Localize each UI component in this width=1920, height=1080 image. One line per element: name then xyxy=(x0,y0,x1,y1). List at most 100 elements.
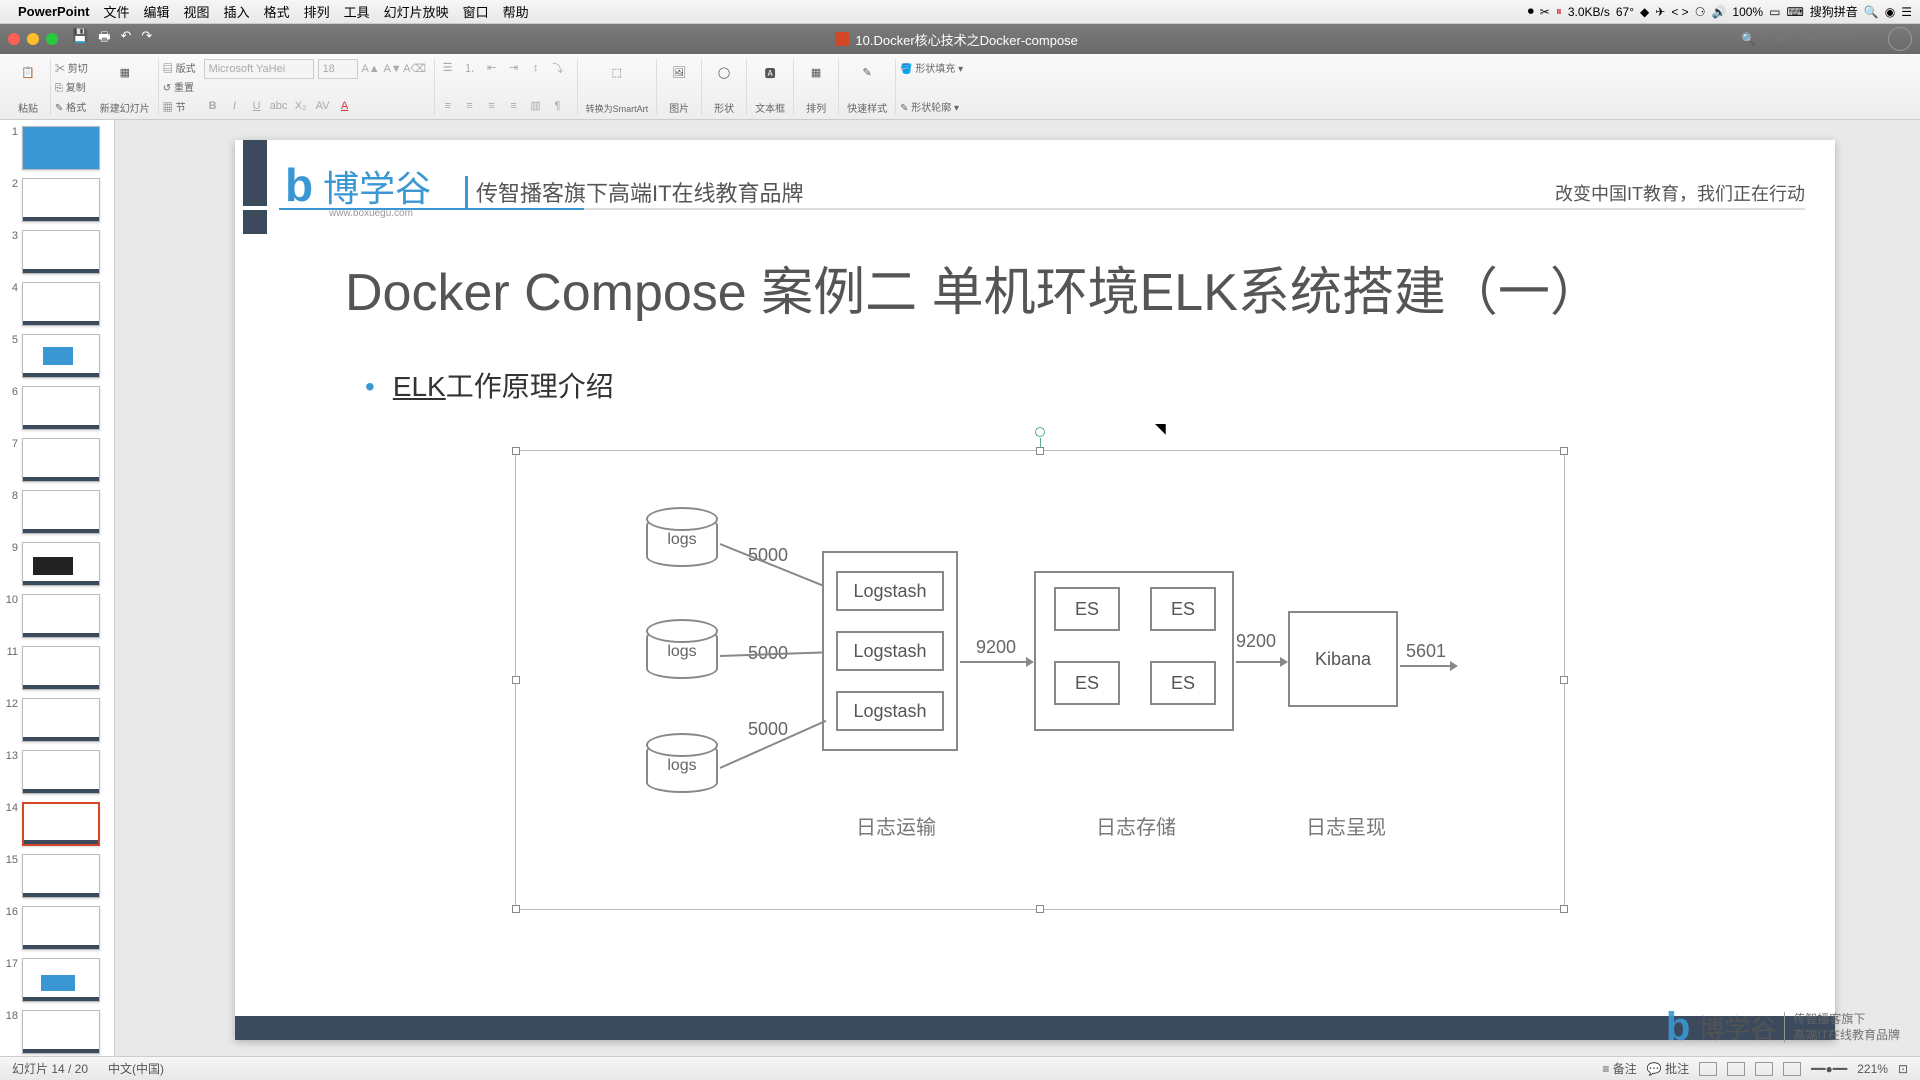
subscript-button[interactable]: X₂ xyxy=(292,97,310,115)
shape-fill-button[interactable]: 🪣 形状填充 ▾ xyxy=(900,59,963,76)
align-left-button[interactable]: ≡ xyxy=(439,97,457,115)
slide-thumb-7[interactable] xyxy=(22,438,100,482)
shapes-button[interactable]: ◯形状 xyxy=(702,59,747,115)
notif-icon[interactable]: ☰ xyxy=(1901,5,1912,19)
app-name[interactable]: PowerPoint xyxy=(18,4,90,19)
normal-view-button[interactable] xyxy=(1699,1062,1717,1076)
slide-title[interactable]: Docker Compose 案例二 单机环境ELK系统搭建（一） xyxy=(345,250,1835,325)
columns-button[interactable]: ▥ xyxy=(527,97,545,115)
slide-thumb-17[interactable] xyxy=(22,958,100,1002)
sorter-view-button[interactable] xyxy=(1727,1062,1745,1076)
slide-thumb-15[interactable] xyxy=(22,854,100,898)
align-center-button[interactable]: ≡ xyxy=(461,97,479,115)
underline-button[interactable]: U xyxy=(248,97,266,115)
minimize-window[interactable] xyxy=(27,33,39,45)
paste-group[interactable]: 📋 粘贴 xyxy=(6,59,51,115)
collapse-ribbon-button[interactable] xyxy=(1888,27,1912,51)
slide-canvas[interactable]: b 博学谷www.boxuegu.com 传智播客旗下高端IT在线教育品牌 改变… xyxy=(235,140,1835,1040)
search-area[interactable]: 🔍 xyxy=(1741,32,1880,46)
ime-name[interactable]: 搜狗拼音 xyxy=(1810,3,1858,20)
wifi-icon[interactable]: ⚆ xyxy=(1695,5,1706,19)
zoom-pct[interactable]: 221% xyxy=(1857,1062,1888,1076)
picture-button[interactable]: 🖼图片 xyxy=(657,59,702,115)
slide-thumb-5[interactable] xyxy=(22,334,100,378)
textbox-button[interactable]: 🅰文本框 xyxy=(747,59,794,115)
newslide-group[interactable]: ▦ 新建幻灯片 xyxy=(92,59,159,115)
close-window[interactable] xyxy=(8,33,20,45)
menu-arrange[interactable]: 排列 xyxy=(304,2,330,21)
font-color-button[interactable]: A xyxy=(336,97,354,115)
zoom-window[interactable] xyxy=(46,33,58,45)
slide-thumb-3[interactable] xyxy=(22,230,100,274)
redo-icon[interactable]: ↷ xyxy=(141,28,152,50)
justify-button[interactable]: ≡ xyxy=(505,97,523,115)
slide-thumb-18[interactable] xyxy=(22,1010,100,1054)
comments-button[interactable]: 💬 批注 xyxy=(1647,1060,1689,1077)
undo-icon[interactable]: ↶ xyxy=(120,28,131,50)
screenrec-icon[interactable]: ⏺ xyxy=(1528,4,1534,19)
copy-button[interactable]: ⎘ 复制 xyxy=(55,78,86,95)
slide-thumb-11[interactable] xyxy=(22,646,100,690)
zoom-slider[interactable]: ━━●━━ xyxy=(1811,1062,1847,1076)
slide-thumb-2[interactable] xyxy=(22,178,100,222)
font-size-select[interactable] xyxy=(318,59,358,79)
menu-file[interactable]: 文件 xyxy=(104,2,130,21)
shape-outline-button[interactable]: ✎ 形状轮廓 ▾ xyxy=(900,98,959,115)
font-family-select[interactable] xyxy=(204,59,314,79)
slide-editor[interactable]: b 博学谷www.boxuegu.com 传智播客旗下高端IT在线教育品牌 改变… xyxy=(115,120,1920,1056)
search-icon[interactable]: 🔍 xyxy=(1741,32,1756,46)
battery-icon[interactable]: ▭ xyxy=(1769,5,1780,19)
slide-thumb-4[interactable] xyxy=(22,282,100,326)
diagram-placeholder[interactable]: logs logs logs 5000 5000 5000 Logstash L… xyxy=(515,450,1565,910)
menu-view[interactable]: 视图 xyxy=(184,2,210,21)
ime-icon[interactable]: ⌨ xyxy=(1786,5,1803,19)
fit-button[interactable]: ⊡ xyxy=(1898,1062,1908,1076)
language-status[interactable]: 中文(中国) xyxy=(108,1060,164,1077)
reset-button[interactable]: ↺ 重置 xyxy=(163,78,194,95)
shield-icon[interactable]: ◆ xyxy=(1640,5,1649,19)
slide-thumb-16[interactable] xyxy=(22,906,100,950)
notes-button[interactable]: ≡ 备注 xyxy=(1602,1060,1636,1077)
siri-icon[interactable]: ◉ xyxy=(1885,5,1895,19)
indent-dec-button[interactable]: ⇤ xyxy=(483,59,501,77)
scissors-icon[interactable]: ✂ xyxy=(1540,5,1550,19)
reading-view-button[interactable] xyxy=(1755,1062,1773,1076)
ltr-button[interactable]: ¶ xyxy=(549,97,567,115)
quickstyle-button[interactable]: ✎快速样式 xyxy=(839,59,896,115)
slide-thumb-13[interactable] xyxy=(22,750,100,794)
plane-icon[interactable]: ✈ xyxy=(1655,5,1665,19)
pause-icon[interactable]: ⏸ xyxy=(1556,4,1562,19)
section-button[interactable]: ▦ 节 xyxy=(163,98,186,115)
numbering-button[interactable]: ⒈ xyxy=(461,59,479,77)
italic-button[interactable]: I xyxy=(226,97,244,115)
code-icon[interactable]: < > xyxy=(1671,5,1688,19)
slide-thumb-12[interactable] xyxy=(22,698,100,742)
strike-button[interactable]: abc xyxy=(270,97,288,115)
slide-thumb-8[interactable] xyxy=(22,490,100,534)
menu-slideshow[interactable]: 幻灯片放映 xyxy=(384,2,449,21)
slideshow-view-button[interactable] xyxy=(1783,1062,1801,1076)
format-painter-button[interactable]: ✎ 格式 xyxy=(55,98,86,115)
increase-font-button[interactable]: A▲ xyxy=(362,60,380,78)
clear-format-button[interactable]: A⌫ xyxy=(406,60,424,78)
bullet-1[interactable]: •ELK工作原理介绍 xyxy=(365,365,1715,405)
rotate-handle[interactable] xyxy=(1035,427,1045,437)
layout-button[interactable]: ▤ 版式 xyxy=(163,59,196,76)
bullets-button[interactable]: ☰ xyxy=(439,59,457,77)
line-spacing-button[interactable]: ↕ xyxy=(527,59,545,77)
menu-window[interactable]: 窗口 xyxy=(463,2,489,21)
slide-thumb-10[interactable] xyxy=(22,594,100,638)
slide-thumb-1[interactable] xyxy=(22,126,100,170)
volume-icon[interactable]: 🔊 xyxy=(1711,5,1726,19)
menu-edit[interactable]: 编辑 xyxy=(144,2,170,21)
text-dir-button[interactable]: ⤵ xyxy=(549,59,567,77)
bold-button[interactable]: B xyxy=(204,97,222,115)
smartart-group[interactable]: ⬚ 转换为SmartArt xyxy=(578,59,658,115)
cut-button[interactable]: ✂ 剪切 xyxy=(55,59,88,76)
menu-help[interactable]: 帮助 xyxy=(503,2,529,21)
highlight-button[interactable]: AV xyxy=(314,97,332,115)
search-input[interactable] xyxy=(1760,32,1880,46)
decrease-font-button[interactable]: A▼ xyxy=(384,60,402,78)
indent-inc-button[interactable]: ⇥ xyxy=(505,59,523,77)
menu-insert[interactable]: 插入 xyxy=(224,2,250,21)
